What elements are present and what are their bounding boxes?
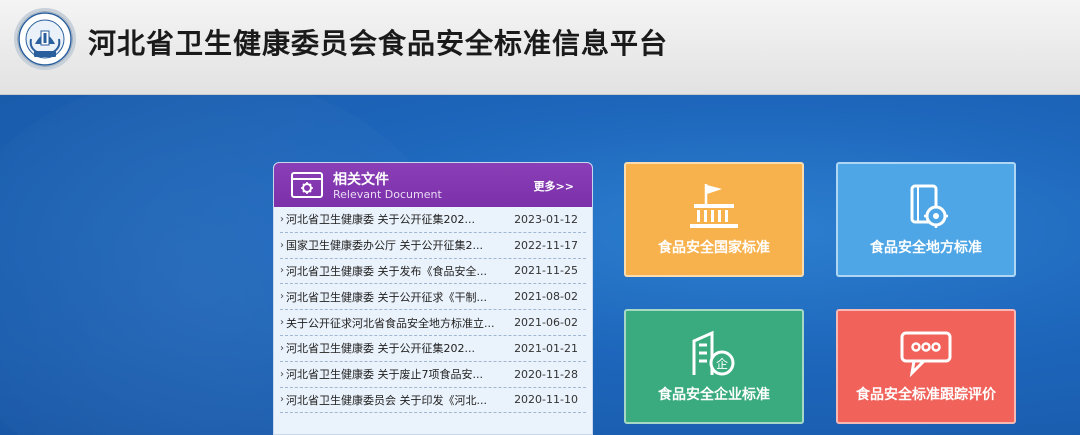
browser-gear-icon [291, 172, 323, 198]
document-title[interactable]: 河北省卫生健康委 关于废止7项食品安... [286, 366, 483, 382]
more-link[interactable]: 更多>> [534, 178, 574, 194]
list-item[interactable]: › 河北省卫生健康委 关于公开征求《干制... 2021-08-02 [280, 284, 586, 311]
document-title[interactable]: 河北省卫生健康委 关于公开征集202... [286, 340, 475, 356]
document-title[interactable]: 河北省卫生健康委 关于公开征集202... [286, 211, 475, 227]
documents-subtitle: Relevant Document [333, 188, 442, 201]
document-title[interactable]: 河北省卫生健康委员会 关于印发《河北... [286, 392, 487, 408]
local-standard-tile[interactable]: 食品安全地方标准 [836, 162, 1016, 277]
document-link[interactable]: › 河北省卫生健康委 关于公开征集202... [280, 211, 475, 227]
document-date: 2020-11-10 [514, 393, 578, 407]
national-standard-tile[interactable]: 食品安全国家标准 [624, 162, 804, 277]
site-header: 河北省卫生健康委员会食品安全标准信息平台 [0, 0, 1080, 95]
document-date: 2023-01-12 [514, 212, 578, 226]
document-link[interactable]: › 河北省卫生健康委 关于废止7项食品安... [280, 366, 483, 382]
document-title[interactable]: 河北省卫生健康委 关于公开征求《干制... [286, 289, 487, 305]
document-date: 2021-01-21 [514, 341, 578, 355]
bullet-icon: › [280, 239, 284, 251]
tile-label[interactable]: 食品安全标准跟踪评价 [838, 384, 1014, 404]
relevant-documents-panel: 相关文件 Relevant Document 更多>> › 河北省卫生健康委 关于… [273, 162, 593, 435]
document-title[interactable]: 国家卫生健康委办公厅 关于公开征集2... [286, 237, 483, 253]
bullet-icon: › [280, 291, 284, 303]
svg-text:企: 企 [716, 356, 728, 371]
chat-bubble-icon [900, 331, 952, 377]
list-item[interactable]: › 河北省卫生健康委 关于发布《食品安全... 2021-11-25 [280, 259, 586, 285]
document-link[interactable]: › 关于公开征求河北省食品安全地方标准立... [280, 315, 495, 331]
logo[interactable] [14, 8, 76, 70]
document-date: 2021-08-02 [514, 290, 578, 304]
list-item[interactable]: › 河北省卫生健康委员会 关于印发《河北... 2020-11-10 [280, 388, 586, 414]
document-link[interactable]: › 河北省卫生健康委 关于发布《食品安全... [280, 263, 487, 279]
enterprise-building-icon: 企 [692, 330, 735, 376]
list-item[interactable]: › 河北省卫生健康委 关于公开征集202... 2021-01-21 [280, 336, 586, 362]
bullet-icon: › [280, 317, 284, 329]
enterprise-standard-tile[interactable]: 企 食品安全企业标准 [624, 309, 804, 424]
bullet-icon: › [280, 265, 284, 277]
document-title[interactable]: 关于公开征求河北省食品安全地方标准立... [286, 315, 495, 331]
documents-list: › 河北省卫生健康委 关于公开征集202... 2023-01-12 › 国家卫生健康… [274, 207, 592, 414]
document-link[interactable]: › 国家卫生健康委办公厅 关于公开征集2... [280, 237, 483, 253]
bullet-icon: › [280, 394, 284, 406]
document-date: 2021-11-25 [514, 264, 578, 278]
document-date: 2022-11-17 [514, 238, 578, 252]
bullet-icon: › [280, 213, 284, 225]
document-title[interactable]: 河北省卫生健康委 关于发布《食品安全... [286, 263, 487, 279]
bullet-icon: › [280, 368, 284, 380]
list-item[interactable]: › 河北省卫生健康委 关于废止7项食品安... 2020-11-28 [280, 362, 586, 388]
list-item[interactable]: › 关于公开征求河北省食品安全地方标准立... 2021-06-02 [280, 310, 586, 336]
document-date: 2021-06-02 [514, 316, 578, 330]
flag-building-icon [690, 184, 738, 228]
document-link[interactable]: › 河北省卫生健康委 关于公开征集202... [280, 340, 475, 356]
tile-label[interactable]: 食品安全国家标准 [626, 237, 802, 257]
book-gear-icon [910, 184, 948, 228]
emblem-icon [18, 12, 72, 66]
documents-header: 相关文件 Relevant Document 更多>> [274, 163, 592, 207]
document-link[interactable]: › 河北省卫生健康委员会 关于印发《河北... [280, 392, 487, 408]
list-item[interactable]: › 国家卫生健康委办公厅 关于公开征集2... 2022-11-17 [280, 233, 586, 259]
site-title: 河北省卫生健康委员会食品安全标准信息平台 [88, 27, 669, 60]
tile-label[interactable]: 食品安全企业标准 [626, 384, 802, 404]
document-date: 2020-11-28 [514, 367, 578, 381]
document-link[interactable]: › 河北省卫生健康委 关于公开征求《干制... [280, 289, 487, 305]
tracking-evaluation-tile[interactable]: 食品安全标准跟踪评价 [836, 309, 1016, 424]
tile-label[interactable]: 食品安全地方标准 [838, 237, 1014, 257]
list-item[interactable]: › 河北省卫生健康委 关于公开征集202... 2023-01-12 [280, 207, 586, 233]
bullet-icon: › [280, 342, 284, 354]
documents-title: 相关文件 [333, 172, 389, 188]
